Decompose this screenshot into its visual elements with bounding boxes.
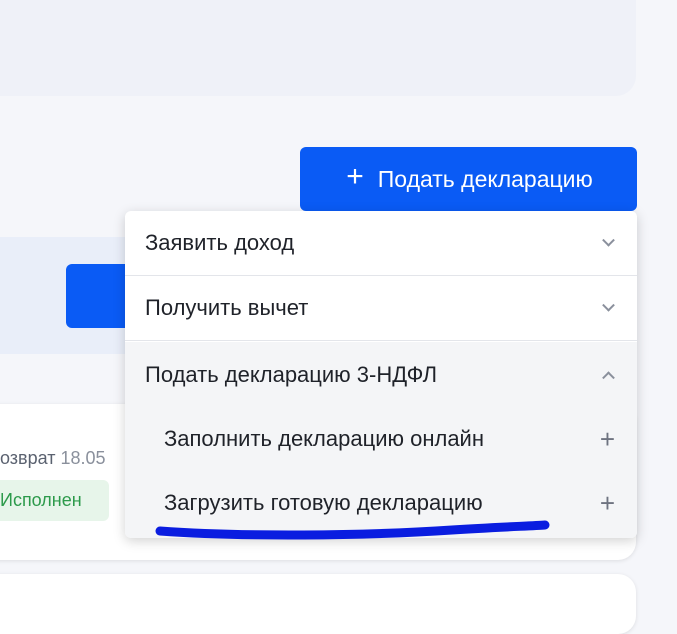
menu-item-declare-income[interactable]: Заявить доход (125, 211, 637, 276)
plus-icon: + (599, 488, 615, 518)
menu-item-label: Заявить доход (145, 230, 295, 255)
operation-date: 18.05 (60, 448, 106, 468)
submenu-item-fill-online[interactable]: Заполнить декларацию онлайн + (125, 407, 637, 471)
bottom-card (0, 574, 636, 634)
chevron-down-icon (602, 233, 615, 247)
menu-item-get-deduction[interactable]: Получить вычет (125, 276, 637, 341)
chevron-up-icon (602, 370, 615, 384)
plus-icon: + (346, 160, 364, 193)
menu-item-label: Получить вычет (145, 295, 309, 320)
declaration-dropdown-menu: Заявить доход Получить вычет Подать декл… (125, 211, 637, 538)
chevron-down-icon (602, 298, 615, 312)
hand-drawn-underline (155, 520, 550, 540)
plus-icon: + (599, 424, 615, 454)
submenu-item-label: Заполнить декларацию онлайн (164, 426, 484, 451)
status-label: Исполнен (0, 490, 82, 510)
submit-declaration-label: Подать декларацию (377, 165, 593, 192)
operation-description: озврат 18.05 (0, 448, 106, 469)
submit-declaration-button[interactable]: + Подать декларацию (300, 147, 637, 211)
menu-item-submit-3ndfl[interactable]: Подать декларацию 3-НДФЛ (125, 342, 637, 407)
operation-type: озврат (0, 448, 56, 468)
top-card (0, 0, 636, 96)
status-badge: Исполнен (0, 480, 109, 521)
menu-item-label: Подать декларацию 3-НДФЛ (145, 361, 438, 387)
